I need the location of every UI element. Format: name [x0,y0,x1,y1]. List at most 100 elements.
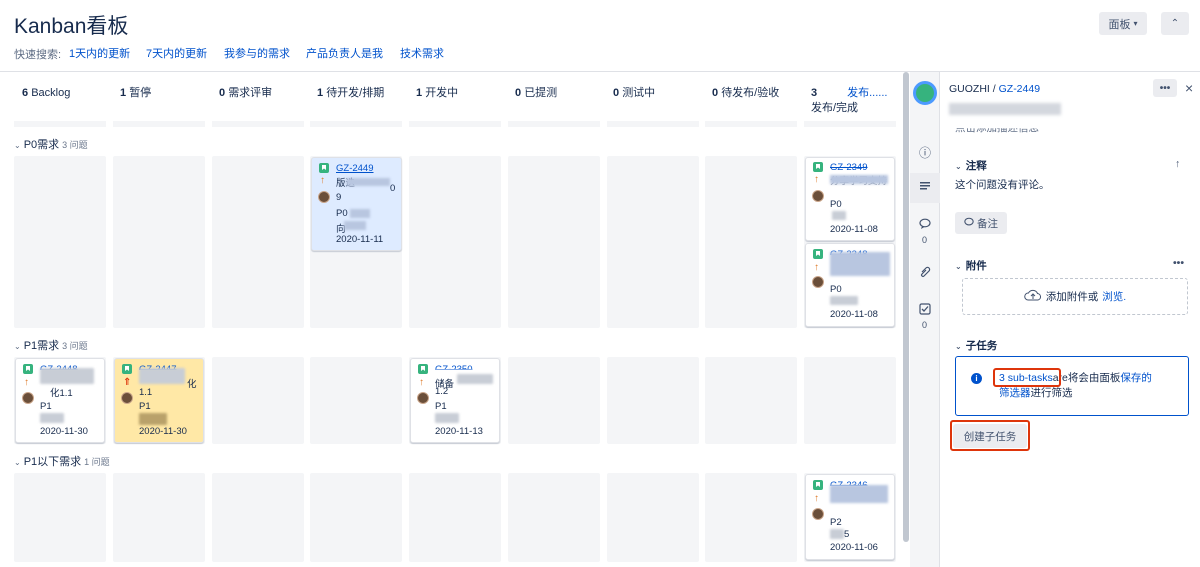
redacted-text [830,485,888,503]
column-strip [804,121,896,127]
issue-card-gz-2346[interactable]: GZ-2346 ↑ P2 5 2020-11-06 [805,474,895,560]
board-cell [705,473,797,562]
close-icon[interactable]: × [1185,80,1193,96]
priority-label: P0 [336,208,348,219]
board-cell [14,156,106,328]
priority-high-icon: ↑ [24,377,29,388]
board-cell [14,473,106,562]
board-menu-label: 面板 [1108,18,1131,31]
board-scrollbar[interactable] [903,72,909,542]
comment-icon[interactable] [919,218,931,233]
issue-summary: 化 [187,379,197,390]
cloud-upload-icon [1024,289,1042,304]
issue-card-gz-2448[interactable]: GZ-2448 ↑ 化1.1 P1 2020-11-30 [15,358,105,443]
chevron-down-icon: ⌄ [14,141,21,150]
quick-filter-tech[interactable]: 技术需求 [400,45,444,61]
swimlane-p0[interactable]: ⌄ P0需求 3 问题 [14,136,88,152]
board-cell [409,156,501,328]
avatar [318,191,330,203]
issue-card-gz-2447[interactable]: GZ-2447 化 ⇑ 1.1 P1 2020-11-30 [114,358,204,443]
board-cell [212,357,304,444]
chevron-down-icon: ▾ [1133,19,1138,28]
more-actions-button[interactable]: ••• [1153,79,1177,97]
issue-card-gz-2349[interactable]: GZ-2349 ↑ 分享学习支持 P0 2020-11-08 [805,157,895,241]
board-cell [508,357,600,444]
column-pending-release: 0 待发布/验收 [712,87,780,99]
issue-card-gz-2348[interactable]: GZ-2348 ↑ P0 2020-11-08 [805,243,895,327]
board-cell [705,156,797,328]
subtasks-section-title[interactable]: ⌄ 子任务 [955,338,997,353]
avatar [812,190,824,202]
saved-link[interactable]: 保存的 [1120,372,1152,384]
column-strip [607,121,699,127]
redacted-text [832,211,846,220]
attachment-icon[interactable] [919,266,931,281]
due-date: 2020-11-11 [336,234,384,245]
redacted-text [350,209,370,218]
priority-label: P2 [830,517,842,528]
browse-link[interactable]: 浏览. [1102,289,1126,304]
attachments-section-title[interactable]: ⌄ 附件 [955,258,987,273]
issue-card-gz-2350[interactable]: GZ-2350 储备 ↑ 1.2 P1 2020-11-13 [410,358,500,443]
board-cell [409,473,501,562]
due-date: 2020-11-30 [139,426,187,437]
quick-filter-7days[interactable]: 7天内的更新 [146,45,207,61]
issue-summary: 5 [844,529,850,540]
priority-label: P0 [830,284,842,295]
redacted-text [346,178,390,186]
subtasks-info-box: i 3 sub-tasksare将会由面板保存的 筛选器进行筛选 [955,356,1189,416]
checklist-icon[interactable] [919,303,931,318]
swimlane-below-p1[interactable]: ⌄ P1以下需求 1 问题 [14,453,110,469]
issue-summary: 化1.1 [50,388,73,399]
redacted-text [457,374,493,384]
attachment-dropzone[interactable]: 添加附件或 浏览. [962,278,1188,315]
column-in-dev: 1 开发中 [416,87,459,99]
highlight-annotation [993,368,1061,387]
issue-key[interactable]: GZ-2349 [830,162,868,173]
column-pause: 1 暂停 [120,87,152,99]
chevron-down-icon: ⌄ [955,342,962,351]
quick-filter-1day[interactable]: 1天内的更新 [69,45,130,61]
redacted-text [139,368,185,384]
story-icon [122,364,132,374]
collapse-header-icon[interactable]: ⌃ [1161,12,1189,35]
project-name[interactable]: GUOZHI [949,83,990,95]
quick-filter-involved[interactable]: 我参与的需求 [224,45,290,61]
issue-key-link[interactable]: GZ-2449 [999,83,1040,95]
redacted-text [830,296,858,305]
due-date: 2020-11-30 [40,426,88,437]
story-icon [813,162,823,172]
chevron-down-icon: ⌄ [14,342,21,351]
due-date: 2020-11-06 [830,542,878,553]
sort-arrow-icon[interactable]: ↑ [1175,158,1180,170]
info-icon: i [971,373,982,384]
add-comment-button[interactable]: 备注 [955,212,1007,234]
board-cell [607,357,699,444]
info-icon[interactable]: ⓘ [919,144,931,161]
avatar [417,392,429,404]
issue-key[interactable]: GZ-2449 [336,163,374,174]
column-strip [508,121,600,127]
priority-label: P0 [830,199,842,210]
details-icon[interactable] [919,180,931,195]
column-strip [310,121,402,127]
board-cell [804,357,896,444]
redacted-text [830,175,888,184]
description-text: 点击添加描述信息 [955,122,1039,134]
release-link[interactable]: 发布...... [847,87,887,99]
issue-card-gz-2449[interactable]: GZ-2449 ↑ 版迭 0 9 P0 向 2020-11-11 [311,157,402,251]
comments-section-title[interactable]: ⌄ 注释 [955,158,987,173]
column-strip [212,121,304,127]
attachments-more-icon[interactable]: ••• [1173,257,1184,269]
due-date: 2020-11-13 [435,426,483,437]
story-icon [319,163,329,173]
swimlane-p1[interactable]: ⌄ P1需求 3 问题 [14,337,88,353]
priority-label: P1 [435,401,447,412]
quick-filter-owner[interactable]: 产品负责人是我 [306,45,383,61]
filter-link[interactable]: 筛选器 [999,387,1031,399]
comment-bubble-icon [964,217,974,230]
column-strip [705,121,797,127]
priority-high-icon: ↑ [814,262,819,273]
board-menu-button[interactable]: 面板 ▾ [1099,12,1147,35]
add-comment-label: 备注 [977,217,998,230]
